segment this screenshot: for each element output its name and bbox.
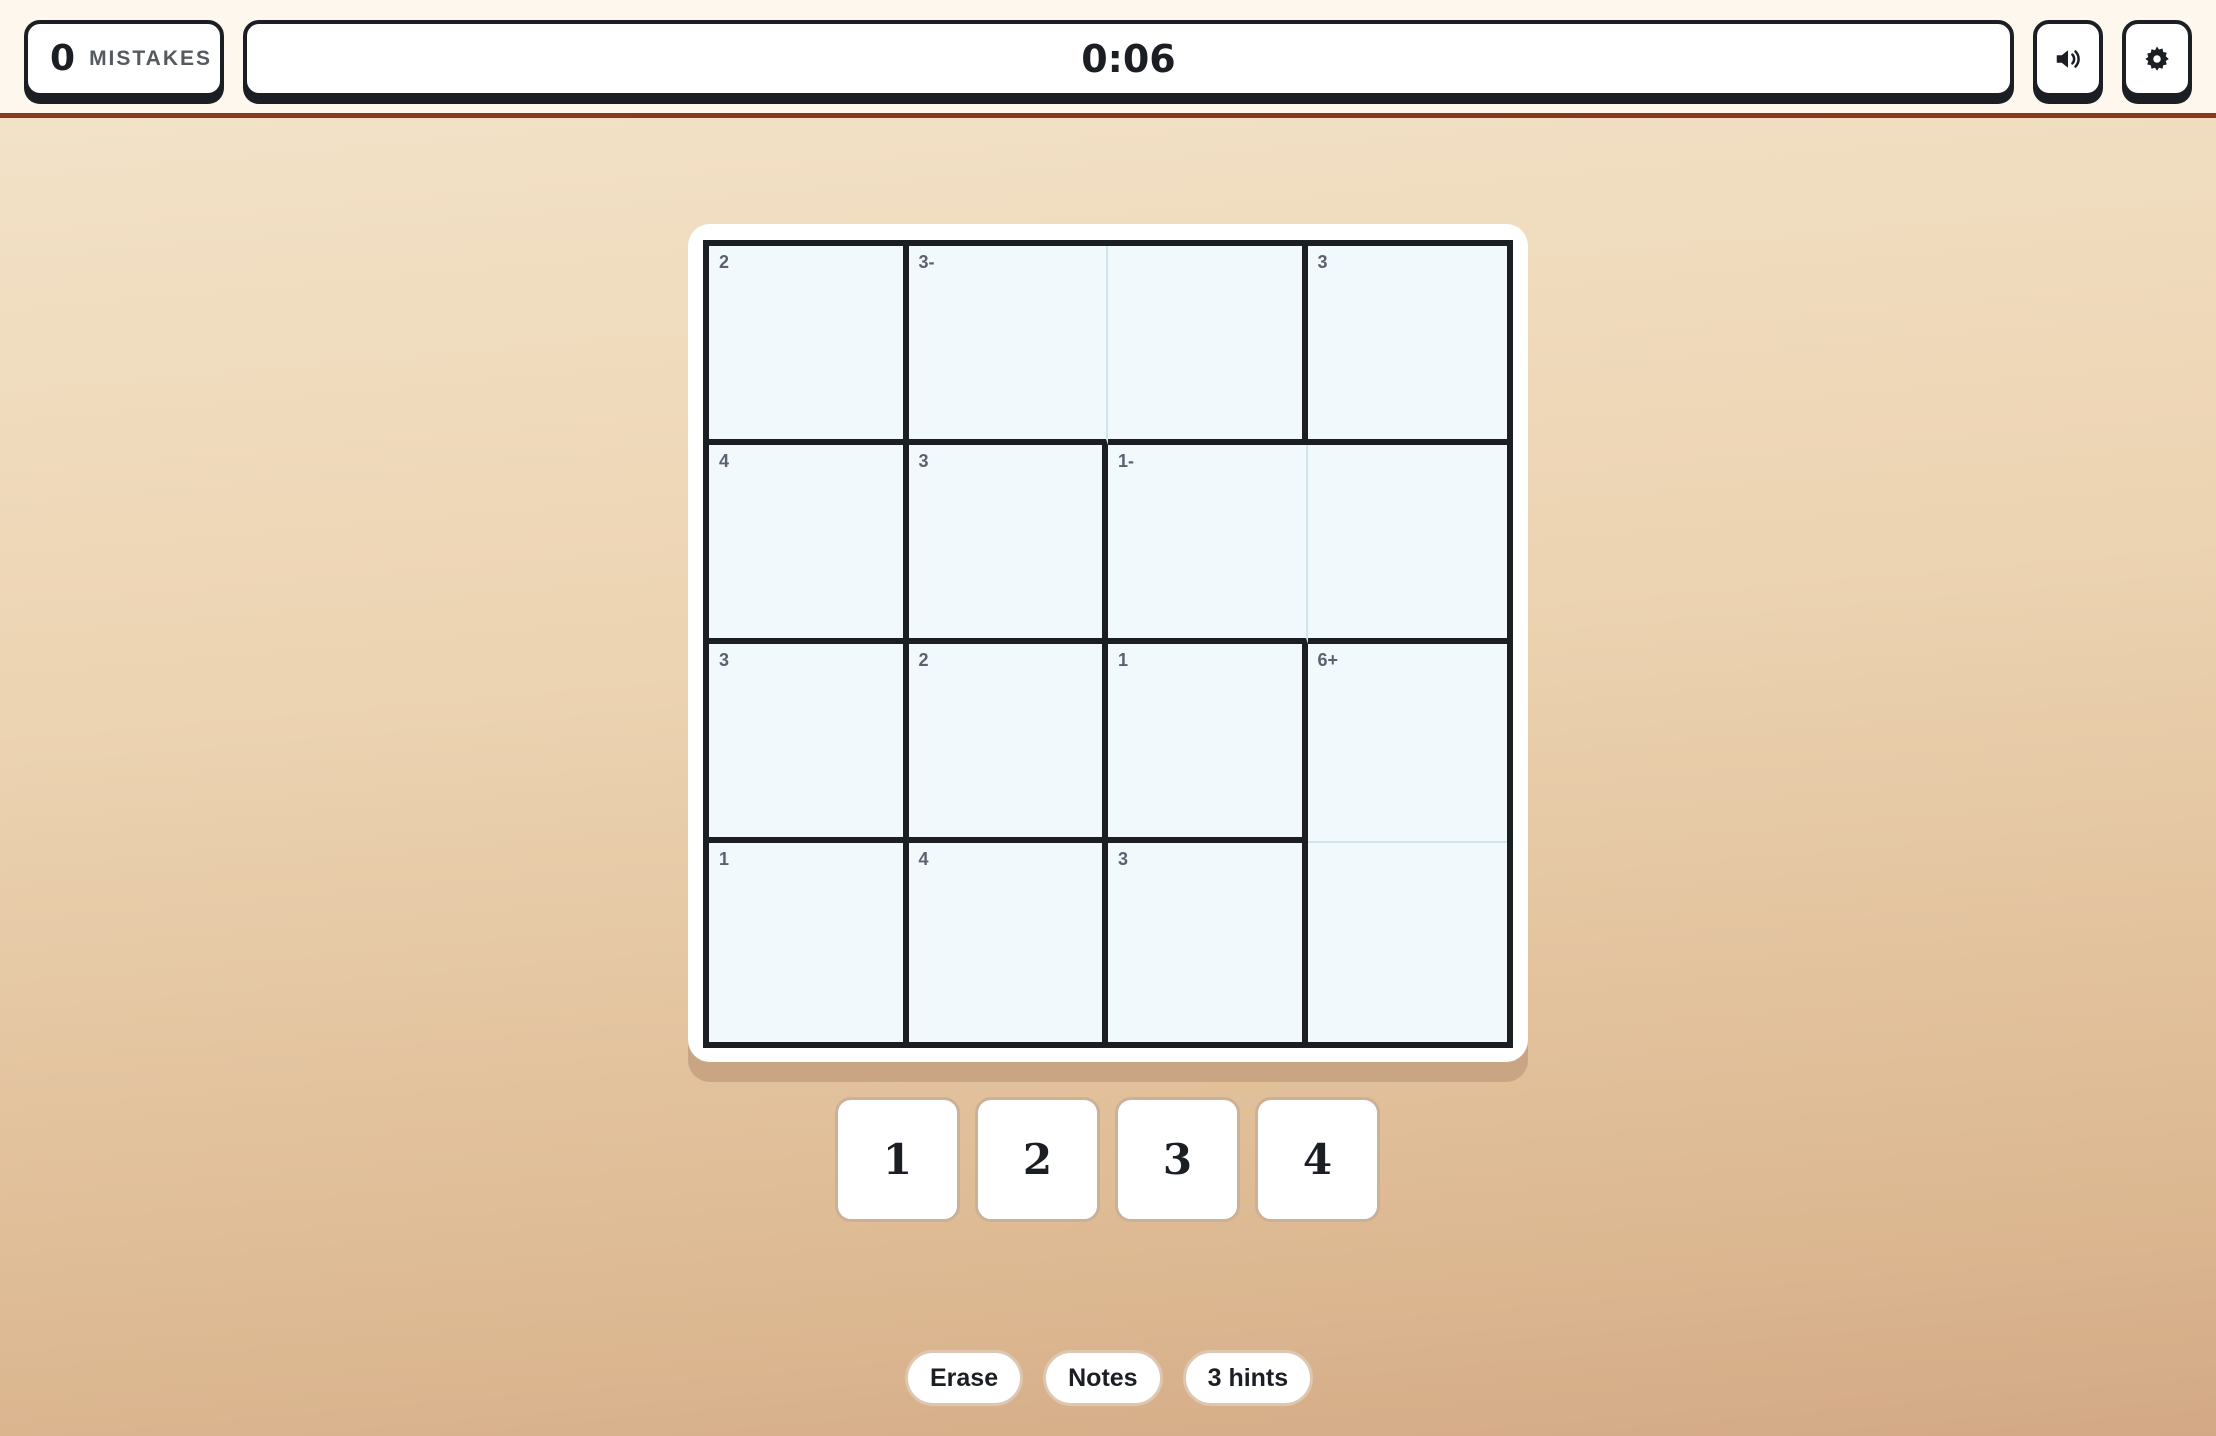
grid-cell-r4c4[interactable] [1308, 843, 1508, 1042]
cage-clue: 4 [719, 451, 730, 471]
grid-cell-r1c1[interactable]: 2 [709, 246, 909, 445]
grid-cell-r3c1[interactable]: 3 [709, 644, 909, 843]
grid-cell-r1c3[interactable] [1108, 246, 1308, 445]
gear-icon [2145, 46, 2169, 71]
puzzle-grid: 2 3- 3 4 3 1- 3 2 1 6+ 1 4 3 [703, 240, 1513, 1048]
mistakes-count: 0 [50, 38, 76, 79]
number-key-4[interactable]: 4 [1255, 1097, 1380, 1222]
grid-cell-r2c3[interactable]: 1- [1108, 445, 1308, 644]
cage-clue: 6+ [1317, 650, 1339, 670]
settings-button[interactable] [2122, 20, 2192, 97]
grid-cell-r3c3[interactable]: 1 [1108, 644, 1308, 843]
erase-button[interactable]: Erase [905, 1350, 1024, 1406]
action-bar: Erase Notes 3 hints [905, 1350, 1314, 1406]
mistakes-label: MISTAKES [89, 46, 213, 70]
cage-clue: 3 [918, 451, 929, 471]
grid-cell-r2c2[interactable]: 3 [908, 445, 1108, 644]
notes-button[interactable]: Notes [1043, 1350, 1163, 1406]
cage-clue: 4 [918, 849, 929, 869]
cage-clue: 3 [1118, 849, 1129, 869]
cage-clue: 1- [1118, 451, 1135, 471]
number-key-2[interactable]: 2 [975, 1097, 1100, 1222]
grid-cell-r1c2[interactable]: 3- [908, 246, 1108, 445]
timer-value: 0:06 [1081, 36, 1176, 81]
cage-clue: 1 [1118, 650, 1129, 670]
cage-clue: 3 [719, 650, 730, 670]
cage-clue: 2 [719, 252, 730, 272]
top-bar: 0 MISTAKES 0:06 [0, 0, 2216, 118]
timer-display: 0:06 [243, 20, 2014, 97]
number-key-1[interactable]: 1 [835, 1097, 960, 1222]
cage-clue: 3- [918, 252, 935, 272]
grid-cell-r2c1[interactable]: 4 [709, 445, 909, 644]
grid-cell-r2c4[interactable] [1307, 445, 1507, 644]
grid-cell-r4c2[interactable]: 4 [909, 843, 1108, 1042]
mistakes-counter: 0 MISTAKES [24, 20, 224, 97]
grid-cell-r1c4[interactable]: 3 [1307, 246, 1507, 445]
grid-cell-r3c4[interactable]: 6+ [1307, 644, 1507, 843]
number-pad: 1 2 3 4 [835, 1097, 1380, 1222]
speaker-icon [2056, 49, 2080, 68]
cage-clue: 2 [918, 650, 929, 670]
sound-button[interactable] [2033, 20, 2103, 97]
grid-cell-r3c2[interactable]: 2 [908, 644, 1108, 843]
cage-clue: 3 [1317, 252, 1328, 272]
hints-button[interactable]: 3 hints [1182, 1350, 1314, 1406]
number-key-3[interactable]: 3 [1115, 1097, 1240, 1222]
grid-cell-r4c1[interactable]: 1 [709, 843, 909, 1042]
grid-cell-r4c3[interactable]: 3 [1108, 843, 1308, 1042]
cage-clue: 1 [719, 849, 730, 869]
